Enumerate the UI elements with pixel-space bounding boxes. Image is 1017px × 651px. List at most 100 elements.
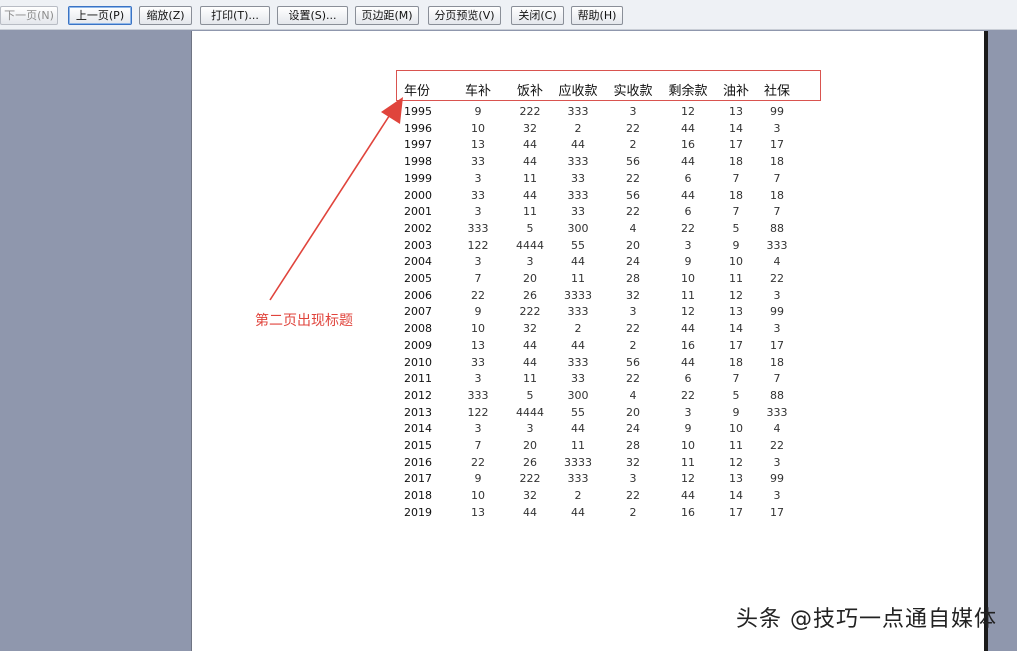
prev-page-button[interactable]: 上一页(P)	[68, 6, 132, 25]
table-cell: 99	[770, 472, 784, 486]
table-cell-year: 2005	[404, 272, 432, 285]
table-cell: 7	[773, 171, 781, 185]
table-cell: 3	[773, 489, 781, 503]
page-break-preview-button[interactable]: 分页预览(V)	[428, 6, 501, 25]
table-cell-year: 1996	[404, 121, 432, 135]
table-cell: 3333	[564, 455, 592, 469]
annotation-label: 第二页出现标题	[255, 313, 353, 329]
setup-button[interactable]: 设置(S)...	[277, 6, 348, 25]
table-cell: 3	[773, 322, 781, 336]
table-cell: 17	[770, 338, 784, 352]
table-cell: 333	[567, 472, 589, 486]
table-cell: 22	[471, 288, 485, 302]
table-cell: 4	[629, 388, 637, 402]
table-cell: 300	[567, 221, 589, 235]
next-page-button: 下一页(N)	[0, 6, 58, 25]
table-cell: 122	[467, 238, 489, 252]
table-cell: 18	[770, 355, 784, 369]
margins-button[interactable]: 页边距(M)	[355, 6, 419, 25]
table-cell: 24	[626, 255, 640, 269]
table-cell-year: 2017	[404, 472, 432, 486]
table-cell: 3	[773, 455, 781, 469]
table-cell: 44	[571, 505, 585, 519]
table-cell: 20	[626, 238, 640, 252]
table-cell: 18	[770, 155, 784, 169]
table-cell: 55	[571, 238, 585, 252]
table-cell: 44	[571, 138, 585, 152]
table-cell: 9	[474, 305, 482, 319]
table-cell: 22	[626, 322, 640, 336]
table-cell: 3	[629, 105, 637, 118]
table-cell-year: 2003	[404, 238, 432, 252]
table-cell: 55	[571, 405, 585, 419]
print-button[interactable]: 打印(T)...	[200, 6, 270, 25]
table-cell: 28	[626, 439, 640, 452]
table-cell: 300	[567, 388, 589, 402]
table-cell: 11	[571, 439, 585, 452]
table-cell: 22	[770, 439, 784, 452]
table-cell: 3	[773, 288, 781, 302]
table-cell: 3333	[564, 288, 592, 302]
table-cell: 24	[626, 422, 640, 436]
table-cell: 13	[471, 338, 485, 352]
table-cell: 99	[770, 105, 784, 118]
watermark: 头条 @技巧一点通自媒体	[736, 607, 997, 632]
table-cell: 333	[567, 155, 589, 169]
table-cell: 13	[471, 138, 485, 152]
table-cell: 44	[571, 338, 585, 352]
table-cell: 22	[626, 121, 640, 135]
table-cell: 2	[574, 322, 582, 336]
table-cell-year: 2012	[404, 388, 432, 402]
table-cell: 44	[571, 422, 585, 436]
table-cell-year: 1998	[404, 155, 432, 169]
zoom-button[interactable]: 缩放(Z)	[139, 6, 192, 25]
table-cell: 10	[471, 489, 485, 503]
table-cell: 4	[773, 422, 781, 436]
table-cell: 33	[471, 188, 485, 202]
table-cell-year: 2007	[404, 305, 432, 319]
table-cell: 32	[626, 288, 640, 302]
table-cell-year: 2015	[404, 439, 432, 452]
table-cell: 9	[474, 105, 482, 118]
table-cell-year: 2009	[404, 338, 432, 352]
table-cell-year: 2001	[404, 205, 432, 219]
table-cell: 2	[629, 505, 637, 519]
page-shadow	[984, 31, 988, 651]
table-cell: 56	[626, 155, 640, 169]
table-cell: 333	[467, 388, 489, 402]
table-cell: 33	[571, 205, 585, 219]
table-cell: 3	[629, 305, 637, 319]
help-button[interactable]: 帮助(H)	[571, 6, 623, 25]
table-cell: 33	[471, 355, 485, 369]
table-cell: 18	[770, 188, 784, 202]
table-cell: 22	[626, 489, 640, 503]
table-cell: 7	[773, 372, 781, 386]
table-cell-year: 2019	[404, 505, 432, 519]
table-cell: 13	[471, 505, 485, 519]
table-cell: 333	[567, 105, 589, 118]
table-cell: 88	[770, 388, 784, 402]
table-cell: 2	[574, 489, 582, 503]
table-cell: 333	[766, 405, 788, 419]
close-button[interactable]: 关闭(C)	[511, 6, 564, 25]
table-cell: 333	[766, 238, 788, 252]
table-cell: 3	[629, 472, 637, 486]
table-cell-year: 2016	[404, 455, 432, 469]
table-cell: 7	[773, 205, 781, 219]
table-cell: 122	[467, 405, 489, 419]
table-cell: 333	[567, 355, 589, 369]
table-cell: 4	[773, 255, 781, 269]
table-cell: 7	[474, 439, 482, 452]
table-cell: 20	[626, 405, 640, 419]
table-cell-year: 2004	[404, 255, 432, 269]
print-preview-toolbar: 下一页(N) 上一页(P) 缩放(Z) 打印(T)... 设置(S)... 页边距(M) 分…	[0, 0, 1017, 30]
table-cell: 88	[770, 221, 784, 235]
table-cell: 33	[571, 171, 585, 185]
table-cell: 22	[626, 171, 640, 185]
table-cell: 44	[571, 255, 585, 269]
table-cell: 333	[467, 221, 489, 235]
table-cell: 17	[770, 505, 784, 519]
table-cell: 3	[474, 372, 482, 386]
table-cell: 32	[626, 455, 640, 469]
table-cell: 7	[474, 272, 482, 285]
